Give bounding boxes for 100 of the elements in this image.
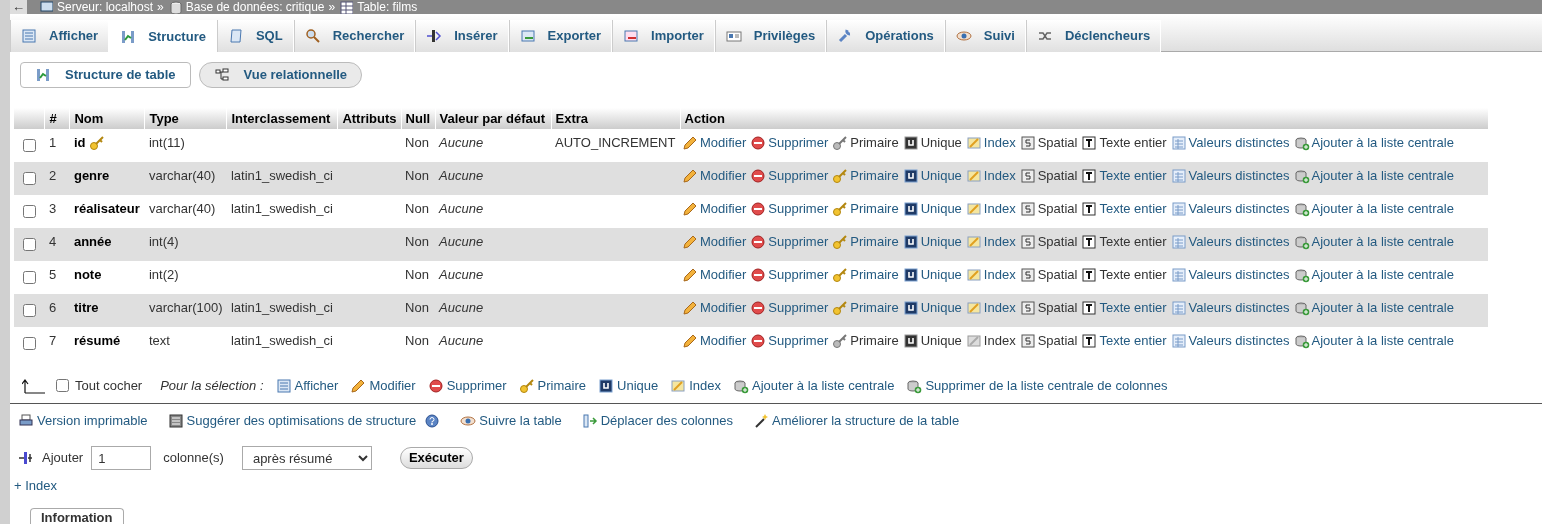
action-link[interactable]: Supprimer: [750, 298, 829, 318]
action-link[interactable]: Supprimer: [750, 166, 829, 186]
row-checkbox[interactable]: [23, 139, 36, 152]
action-link[interactable]: Primaire: [832, 298, 899, 318]
footer-link[interactable]: Version imprimable: [18, 411, 148, 431]
action-link[interactable]: Valeurs distinctes: [1170, 133, 1290, 153]
row-checkbox[interactable]: [23, 205, 36, 218]
column-count-field[interactable]: 1: [91, 446, 152, 470]
breadcrumb-link[interactable]: Table: films: [357, 1, 418, 13]
action-link[interactable]: Modifier: [682, 331, 747, 351]
tab[interactable]: Rechercher: [293, 20, 416, 52]
action-link[interactable]: Valeurs distinctes: [1170, 331, 1290, 351]
action-link[interactable]: Unique: [902, 199, 962, 219]
execute-button[interactable]: Exécuter: [399, 447, 473, 469]
selection-action[interactable]: Supprimer: [427, 375, 507, 396]
action-link[interactable]: Valeurs distinctes: [1170, 298, 1290, 318]
action-link[interactable]: Unique: [902, 298, 962, 318]
check-all-label[interactable]: Tout cocher: [75, 375, 143, 396]
action-link[interactable]: Modifier: [682, 199, 747, 219]
action-link[interactable]: Index: [965, 133, 1016, 153]
row-checkbox[interactable]: [23, 337, 36, 350]
action-link[interactable]: Valeurs distinctes: [1170, 166, 1290, 186]
action-link[interactable]: Modifier: [682, 232, 747, 252]
table-icon: [1170, 332, 1187, 349]
action-link[interactable]: Ajouter à la liste centrale: [1293, 265, 1454, 285]
tab[interactable]: Déclencheurs: [1025, 20, 1162, 52]
action-link[interactable]: Index: [965, 166, 1016, 186]
action-link[interactable]: Supprimer: [750, 199, 829, 219]
action-link[interactable]: Modifier: [682, 133, 747, 153]
action-link[interactable]: Valeurs distinctes: [1170, 232, 1290, 252]
action-link[interactable]: Ajouter à la liste centrale: [1293, 133, 1454, 153]
action-link[interactable]: Ajouter à la liste centrale: [1293, 331, 1454, 351]
tab[interactable]: Insérer: [415, 20, 509, 52]
footer-link[interactable]: Suggérer des optimisations de structure: [167, 411, 417, 431]
selection-action[interactable]: Afficher: [275, 375, 339, 396]
column-name: année: [73, 233, 112, 251]
action-link[interactable]: Unique: [902, 166, 962, 186]
action-link[interactable]: Primaire: [832, 166, 899, 186]
action-link[interactable]: Supprimer: [750, 133, 829, 153]
tab[interactable]: Suivi: [944, 20, 1026, 52]
action-link[interactable]: Primaire: [832, 265, 899, 285]
action-link[interactable]: Modifier: [682, 298, 747, 318]
action-link[interactable]: Valeurs distinctes: [1170, 265, 1290, 285]
tab[interactable]: Importer: [612, 20, 715, 52]
breadcrumb-link[interactable]: Base de données: critique: [185, 1, 325, 13]
action-link[interactable]: Supprimer: [750, 232, 829, 252]
action-link: Spatial: [1019, 232, 1078, 252]
action-link[interactable]: Unique: [902, 265, 962, 285]
action-link[interactable]: Supprimer: [750, 331, 829, 351]
action-link[interactable]: Ajouter à la liste centrale: [1293, 199, 1454, 219]
action-link[interactable]: Index: [965, 199, 1016, 219]
tab[interactable]: Afficher: [10, 20, 110, 52]
subtab[interactable]: Structure de table: [20, 62, 191, 88]
action-link[interactable]: Index: [965, 232, 1016, 252]
selection-action[interactable]: Primaire: [518, 375, 586, 396]
action-link[interactable]: Texte entier: [1081, 298, 1167, 318]
footer-link[interactable]: Améliorer la structure de la table: [753, 411, 960, 431]
selection-action[interactable]: Ajouter à la liste centrale: [733, 375, 895, 396]
action-link[interactable]: Supprimer: [750, 265, 829, 285]
footer-link[interactable]: Déplacer des colonnes: [581, 411, 733, 431]
column-header: Valeur par défaut: [439, 110, 546, 126]
action-link[interactable]: Ajouter à la liste centrale: [1293, 166, 1454, 186]
selection-action[interactable]: Unique: [598, 375, 659, 396]
breadcrumb-link[interactable]: Serveur: localhost: [57, 1, 154, 13]
column-header: Null: [405, 110, 431, 126]
action-link[interactable]: Texte entier: [1081, 331, 1167, 351]
position-select[interactable]: après résumé: [241, 446, 372, 470]
action-link[interactable]: Texte entier: [1081, 166, 1167, 186]
selection-action[interactable]: Supprimer de la liste centrale de colonnes: [906, 375, 1168, 396]
tab[interactable]: Privilèges: [714, 20, 827, 52]
tab[interactable]: Structure: [109, 20, 217, 53]
action-link[interactable]: Index: [965, 298, 1016, 318]
back-button[interactable]: ←: [10, 0, 27, 14]
footer-link[interactable]: Suivre la table: [460, 411, 562, 431]
row-checkbox[interactable]: [23, 238, 36, 251]
selection-action[interactable]: Modifier: [350, 375, 416, 396]
action-link[interactable]: Ajouter à la liste centrale: [1293, 298, 1454, 318]
subtab[interactable]: Vue relationnelle: [198, 62, 363, 88]
pencil-icon: [682, 200, 698, 217]
action-link[interactable]: Ajouter à la liste centrale: [1293, 232, 1454, 252]
action-link[interactable]: Valeurs distinctes: [1170, 199, 1290, 219]
selection-action[interactable]: Index: [670, 375, 722, 396]
information-tab[interactable]: Information: [30, 508, 124, 524]
row-checkbox[interactable]: [23, 304, 36, 317]
action-link[interactable]: Primaire: [832, 232, 899, 252]
action-link[interactable]: Texte entier: [1081, 199, 1167, 219]
tab[interactable]: Opérations: [826, 20, 945, 52]
action-link[interactable]: Modifier: [682, 166, 747, 186]
delete-icon: [750, 167, 767, 184]
action-link[interactable]: Unique: [902, 232, 962, 252]
action-link[interactable]: Modifier: [682, 265, 747, 285]
row-checkbox[interactable]: [23, 271, 36, 284]
row-checkbox[interactable]: [23, 172, 36, 185]
tab[interactable]: Exporter: [508, 20, 613, 52]
pencil-icon: [682, 134, 698, 151]
action-link[interactable]: Index: [965, 265, 1016, 285]
action-link[interactable]: Primaire: [832, 199, 899, 219]
add-index-link[interactable]: + Index: [14, 476, 57, 496]
check-all-checkbox[interactable]: [56, 379, 69, 392]
tab[interactable]: SQL: [216, 20, 294, 52]
